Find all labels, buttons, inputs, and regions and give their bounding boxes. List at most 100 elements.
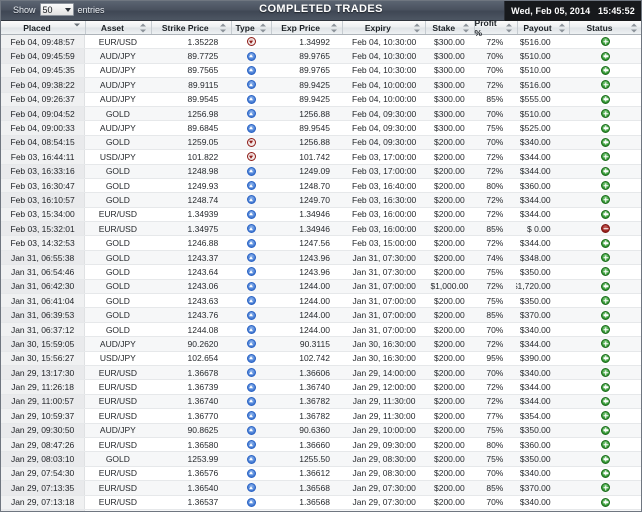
stake-cell: $200.00 bbox=[425, 424, 473, 437]
table-row[interactable]: Jan 29, 07:13:35EUR/USD1.365401.36568Jan… bbox=[1, 481, 641, 495]
payout-cell: $354.00 bbox=[516, 409, 570, 422]
strike-price-cell: 1.36576 bbox=[150, 467, 231, 480]
column-header-exp-price[interactable]: Exp Price bbox=[272, 21, 343, 34]
call-up-arrow-icon bbox=[247, 267, 256, 276]
column-header-stake[interactable]: Stake bbox=[426, 21, 475, 34]
table-row[interactable]: Jan 29, 09:30:50AUD/JPY90.862590.6360Jan… bbox=[1, 424, 641, 438]
status-win-plus-icon bbox=[601, 469, 610, 478]
exp-price-cell: 1243.96 bbox=[271, 265, 343, 278]
table-row[interactable]: Feb 04, 09:48:57EUR/USD1.352281.34992Feb… bbox=[1, 35, 641, 49]
column-header-asset[interactable]: Asset bbox=[86, 21, 152, 34]
column-header-type[interactable]: Type bbox=[232, 21, 272, 34]
table-row[interactable]: Feb 03, 16:44:11USD/JPY101.822101.742Feb… bbox=[1, 150, 641, 164]
column-header-label: Exp Price bbox=[281, 23, 332, 33]
table-row[interactable]: Feb 04, 09:45:35AUD/JPY89.756589.9765Feb… bbox=[1, 64, 641, 78]
placed-cell: Feb 04, 08:54:15 bbox=[1, 136, 85, 149]
column-header-status[interactable]: Status bbox=[570, 21, 641, 34]
table-row[interactable]: Jan 29, 10:59:37EUR/USD1.367701.36782Jan… bbox=[1, 409, 641, 423]
column-header-profit[interactable]: Profit % bbox=[475, 21, 518, 34]
table-row[interactable]: Jan 31, 06:42:30GOLD1243.061244.00Jan 31… bbox=[1, 280, 641, 294]
table-row[interactable]: Feb 04, 09:26:37AUD/JPY89.954589.9425Feb… bbox=[1, 93, 641, 107]
table-row[interactable]: Feb 04, 09:00:33AUD/JPY89.684589.9545Feb… bbox=[1, 121, 641, 135]
sort-both-icon[interactable] bbox=[630, 23, 637, 32]
table-row[interactable]: Jan 30, 15:56:27USD/JPY102.654102.742Jan… bbox=[1, 352, 641, 366]
sort-both-icon[interactable] bbox=[558, 23, 565, 32]
table-row[interactable]: Jan 29, 13:17:30EUR/USD1.366781.36606Jan… bbox=[1, 366, 641, 380]
payout-cell: $340.00 bbox=[516, 136, 570, 149]
strike-price-cell: 1243.63 bbox=[150, 294, 231, 307]
sort-desc-arrow-icon bbox=[220, 29, 226, 32]
sort-both-icon[interactable] bbox=[220, 23, 227, 32]
column-header-expiry[interactable]: Expiry bbox=[343, 21, 426, 34]
trade-type-cell bbox=[231, 236, 270, 249]
stake-cell: $200.00 bbox=[425, 409, 473, 422]
table-row[interactable]: Jan 29, 11:00:57EUR/USD1.367401.36782Jan… bbox=[1, 395, 641, 409]
table-row[interactable]: Jan 30, 15:59:05AUD/JPY90.262090.3115Jan… bbox=[1, 337, 641, 351]
table-row[interactable]: Feb 03, 16:10:57GOLD1248.741249.70Feb 03… bbox=[1, 193, 641, 207]
table-row[interactable]: Jan 31, 06:55:38GOLD1243.371243.96Jan 31… bbox=[1, 251, 641, 265]
placed-cell: Feb 03, 16:33:16 bbox=[1, 165, 85, 178]
table-row[interactable]: Feb 03, 16:30:47GOLD1249.931248.70Feb 03… bbox=[1, 179, 641, 193]
status-badge bbox=[571, 496, 641, 509]
column-header-strike-price[interactable]: Strike Price bbox=[152, 21, 232, 34]
sort-both-icon[interactable] bbox=[414, 23, 421, 32]
table-row[interactable]: Feb 04, 09:38:22AUD/JPY89.911589.9425Feb… bbox=[1, 78, 641, 92]
expiry-cell: Jan 31, 07:00:00 bbox=[343, 308, 425, 321]
placed-cell: Feb 03, 16:30:47 bbox=[1, 179, 85, 192]
strike-price-cell: 1.36539 bbox=[150, 510, 231, 511]
sort-both-icon[interactable] bbox=[506, 23, 513, 32]
exp-price-cell: 101.742 bbox=[271, 150, 343, 163]
expiry-cell: Jan 30, 16:30:00 bbox=[343, 352, 425, 365]
table-row[interactable]: Feb 03, 15:32:01EUR/USD1.349751.34946Feb… bbox=[1, 222, 641, 236]
table-row[interactable]: Jan 31, 06:41:04GOLD1243.631244.00Jan 31… bbox=[1, 294, 641, 308]
table-row[interactable]: Feb 03, 15:34:00EUR/USD1.349391.34946Feb… bbox=[1, 208, 641, 222]
sort-both-icon[interactable] bbox=[463, 23, 470, 32]
expiry-cell: Feb 04, 10:30:00 bbox=[343, 49, 425, 62]
sort-both-icon[interactable] bbox=[331, 23, 338, 32]
table-row[interactable]: Feb 03, 16:33:16GOLD1248.981249.09Feb 03… bbox=[1, 165, 641, 179]
status-win-plus-icon bbox=[601, 210, 610, 219]
asset-cell: AUD/JPY bbox=[85, 93, 150, 106]
placed-cell: Feb 03, 15:32:01 bbox=[1, 222, 85, 235]
placed-cell: Feb 04, 09:04:52 bbox=[1, 107, 85, 120]
profit-percent-cell: 72% bbox=[473, 208, 516, 221]
sort-desc-icon[interactable] bbox=[74, 23, 81, 32]
table-row[interactable]: Jan 29, 08:47:26EUR/USD1.365801.36660Jan… bbox=[1, 438, 641, 452]
table-row[interactable]: Jan 31, 06:39:53GOLD1243.761244.00Jan 31… bbox=[1, 308, 641, 322]
table-row[interactable]: Feb 03, 14:32:53GOLD1246.881247.56Feb 03… bbox=[1, 236, 641, 250]
call-up-arrow-icon bbox=[247, 325, 256, 334]
trade-type-cell bbox=[231, 179, 270, 192]
column-header-placed[interactable]: Placed bbox=[1, 21, 86, 34]
strike-price-cell: 1243.76 bbox=[150, 308, 231, 321]
sort-both-icon[interactable] bbox=[260, 23, 267, 32]
status-win-plus-icon bbox=[601, 325, 610, 334]
strike-price-cell: 89.6845 bbox=[150, 121, 231, 134]
column-header-label: Asset bbox=[101, 23, 136, 33]
table-row[interactable]: Jan 29, 11:26:18EUR/USD1.367391.36740Jan… bbox=[1, 380, 641, 394]
exp-price-cell: 102.742 bbox=[271, 352, 343, 365]
strike-price-cell: 1244.08 bbox=[150, 323, 231, 336]
placed-cell: Feb 04, 09:45:59 bbox=[1, 49, 85, 62]
call-up-arrow-icon bbox=[247, 253, 256, 262]
asset-cell: GOLD bbox=[85, 193, 150, 206]
expiry-cell: Feb 03, 16:00:00 bbox=[343, 208, 425, 221]
table-row[interactable]: Feb 04, 09:45:59AUD/JPY89.772589.9765Feb… bbox=[1, 49, 641, 63]
table-row[interactable]: Feb 04, 09:04:52GOLD1256.981256.88Feb 04… bbox=[1, 107, 641, 121]
table-row[interactable]: Feb 04, 08:54:15GOLD1259.051256.88Feb 04… bbox=[1, 136, 641, 150]
table-row[interactable]: Jan 29, 07:54:30EUR/USD1.365761.36612Jan… bbox=[1, 467, 641, 481]
sort-both-icon[interactable] bbox=[140, 23, 147, 32]
column-header-payout[interactable]: Payout bbox=[518, 21, 570, 34]
table-row[interactable]: Jan 29, 08:03:10GOLD1253.991255.50Jan 29… bbox=[1, 452, 641, 466]
table-row[interactable]: Jan 31, 06:37:12GOLD1244.081244.00Jan 31… bbox=[1, 323, 641, 337]
profit-percent-cell: 72% bbox=[473, 280, 516, 293]
table-row[interactable]: Jan 29, 07:13:00EUR/USD1.365391.36568Jan… bbox=[1, 510, 641, 511]
trades-table-body[interactable]: Feb 04, 09:48:57EUR/USD1.352281.34992Feb… bbox=[1, 35, 641, 511]
profit-percent-cell: 72% bbox=[473, 165, 516, 178]
put-down-arrow-icon bbox=[247, 138, 256, 147]
table-row[interactable]: Jan 29, 07:13:18EUR/USD1.365371.36568Jan… bbox=[1, 496, 641, 510]
stake-cell: $200.00 bbox=[425, 150, 473, 163]
profit-percent-cell: 72% bbox=[473, 337, 516, 350]
asset-cell: EUR/USD bbox=[85, 496, 150, 509]
table-row[interactable]: Jan 31, 06:54:46GOLD1243.641243.96Jan 31… bbox=[1, 265, 641, 279]
profit-percent-cell: 95% bbox=[473, 352, 516, 365]
